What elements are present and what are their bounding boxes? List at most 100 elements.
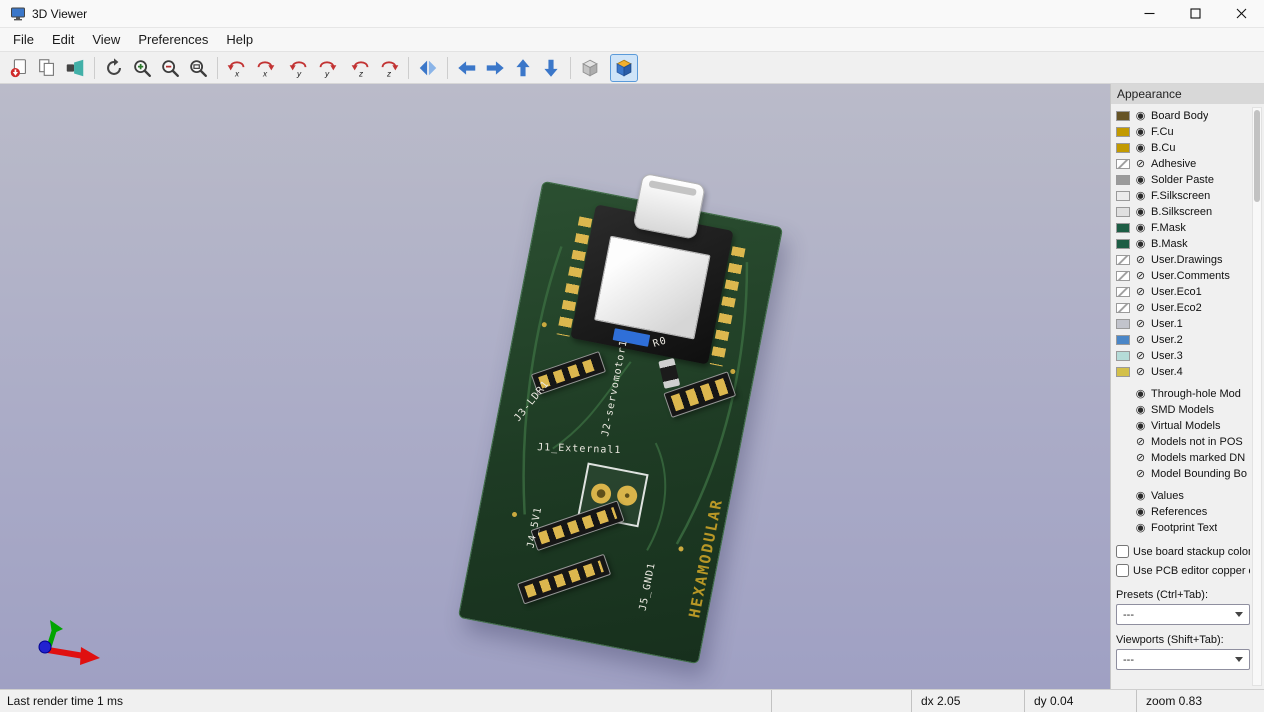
flip-board-button[interactable]	[414, 54, 442, 82]
visibility-eye-icon[interactable]: ⊘	[1134, 436, 1147, 449]
layer-color-swatch[interactable]	[1116, 175, 1130, 185]
layer-color-swatch[interactable]	[1116, 239, 1130, 249]
stackup-colors-checkbox[interactable]	[1116, 545, 1129, 558]
visibility-eye-icon[interactable]: ⊘	[1134, 302, 1147, 315]
visibility-eye-icon[interactable]: ⊘	[1134, 468, 1147, 481]
move-down-button[interactable]	[537, 54, 565, 82]
move-left-button[interactable]	[453, 54, 481, 82]
presets-select[interactable]: ---	[1116, 604, 1250, 625]
layer-row[interactable]: ◉ B.Mask	[1116, 236, 1250, 252]
rotate-y-ccw-button[interactable]: y	[285, 54, 313, 82]
layer-row[interactable]: ◉ Solder Paste	[1116, 172, 1250, 188]
layer-color-swatch[interactable]	[1116, 271, 1130, 281]
layer-row[interactable]: ⊘ User.Eco2	[1116, 300, 1250, 316]
layer-color-swatch[interactable]	[1116, 335, 1130, 345]
visibility-eye-icon[interactable]: ⊘	[1134, 334, 1147, 347]
layer-color-swatch[interactable]	[1116, 207, 1130, 217]
visibility-eye-icon[interactable]: ◉	[1134, 404, 1147, 417]
layer-row[interactable]: ◉ Board Body	[1116, 108, 1250, 124]
export-image-button[interactable]	[5, 54, 33, 82]
visibility-eye-icon[interactable]: ⊘	[1134, 254, 1147, 267]
layer-row[interactable]: ⊘ User.Drawings	[1116, 252, 1250, 268]
rotate-x-cw-button[interactable]: x	[251, 54, 279, 82]
layer-color-swatch[interactable]	[1116, 111, 1130, 121]
zoom-out-button[interactable]	[156, 54, 184, 82]
layer-row[interactable]: ⊘ User.1	[1116, 316, 1250, 332]
close-button[interactable]	[1218, 0, 1264, 27]
text-layer-row[interactable]: ◉ Footprint Text	[1116, 520, 1250, 536]
rotate-z-ccw-button[interactable]: z	[347, 54, 375, 82]
copy-button[interactable]	[33, 54, 61, 82]
visibility-eye-icon[interactable]: ⊘	[1134, 452, 1147, 465]
model-row[interactable]: ◉ Virtual Models	[1116, 418, 1250, 434]
raytracing-render-button[interactable]	[61, 54, 89, 82]
layer-row[interactable]: ⊘ User.4	[1116, 364, 1250, 380]
layer-row[interactable]: ◉ F.Mask	[1116, 220, 1250, 236]
visibility-eye-icon[interactable]: ⊘	[1134, 270, 1147, 283]
move-up-button[interactable]	[509, 54, 537, 82]
visibility-eye-icon[interactable]: ◉	[1134, 190, 1147, 203]
layer-color-swatch[interactable]	[1116, 287, 1130, 297]
layer-row[interactable]: ◉ F.Cu	[1116, 124, 1250, 140]
menu-preferences[interactable]: Preferences	[129, 29, 217, 50]
layer-color-swatch[interactable]	[1116, 367, 1130, 377]
visibility-eye-icon[interactable]: ◉	[1134, 490, 1147, 503]
copper-colors-checkbox[interactable]	[1116, 564, 1129, 577]
text-layer-row[interactable]: ◉ References	[1116, 504, 1250, 520]
viewports-select[interactable]: ---	[1116, 649, 1250, 670]
viewport-3d[interactable]: R0 J3-LDR1 J2-servomotor1 J1_External1 J…	[0, 84, 1110, 689]
visibility-eye-icon[interactable]: ◉	[1134, 506, 1147, 519]
layer-color-swatch[interactable]	[1116, 127, 1130, 137]
layer-row[interactable]: ⊘ User.Comments	[1116, 268, 1250, 284]
layer-row[interactable]: ◉ F.Silkscreen	[1116, 188, 1250, 204]
perspective-projection-button[interactable]	[610, 53, 638, 82]
model-row[interactable]: ◉ Through-hole Mod	[1116, 386, 1250, 402]
menu-help[interactable]: Help	[217, 29, 262, 50]
layer-color-swatch[interactable]	[1116, 255, 1130, 265]
visibility-eye-icon[interactable]: ⊘	[1134, 366, 1147, 379]
visibility-eye-icon[interactable]: ◉	[1134, 388, 1147, 401]
zoom-in-button[interactable]	[128, 54, 156, 82]
layer-row[interactable]: ⊘ User.3	[1116, 348, 1250, 364]
model-row[interactable]: ⊘ Models not in POS	[1116, 434, 1250, 450]
visibility-eye-icon[interactable]: ⊘	[1134, 350, 1147, 363]
layer-color-swatch[interactable]	[1116, 319, 1130, 329]
move-right-button[interactable]	[481, 54, 509, 82]
visibility-eye-icon[interactable]: ◉	[1134, 110, 1147, 123]
reload-board-button[interactable]	[100, 54, 128, 82]
layer-color-swatch[interactable]	[1116, 223, 1130, 233]
layer-row[interactable]: ◉ B.Cu	[1116, 140, 1250, 156]
orthographic-projection-button[interactable]	[576, 54, 604, 82]
visibility-eye-icon[interactable]: ⊘	[1134, 286, 1147, 299]
visibility-eye-icon[interactable]: ◉	[1134, 174, 1147, 187]
layer-color-swatch[interactable]	[1116, 143, 1130, 153]
layer-row[interactable]: ◉ B.Silkscreen	[1116, 204, 1250, 220]
model-row[interactable]: ◉ SMD Models	[1116, 402, 1250, 418]
maximize-button[interactable]	[1172, 0, 1218, 27]
visibility-eye-icon[interactable]: ◉	[1134, 206, 1147, 219]
zoom-fit-button[interactable]	[184, 54, 212, 82]
text-layer-row[interactable]: ◉ Values	[1116, 488, 1250, 504]
layer-row[interactable]: ⊘ Adhesive	[1116, 156, 1250, 172]
layer-row[interactable]: ⊘ User.2	[1116, 332, 1250, 348]
menu-view[interactable]: View	[83, 29, 129, 50]
rotate-x-ccw-button[interactable]: x	[223, 54, 251, 82]
visibility-eye-icon[interactable]: ⊘	[1134, 318, 1147, 331]
visibility-eye-icon[interactable]: ◉	[1134, 522, 1147, 535]
scrollbar-thumb[interactable]	[1254, 110, 1260, 202]
model-row[interactable]: ⊘ Model Bounding Bo	[1116, 466, 1250, 482]
layer-row[interactable]: ⊘ User.Eco1	[1116, 284, 1250, 300]
model-row[interactable]: ⊘ Models marked DN	[1116, 450, 1250, 466]
visibility-eye-icon[interactable]: ◉	[1134, 222, 1147, 235]
layer-color-swatch[interactable]	[1116, 351, 1130, 361]
layer-color-swatch[interactable]	[1116, 159, 1130, 169]
panel-scrollbar[interactable]	[1252, 107, 1262, 686]
layer-color-swatch[interactable]	[1116, 303, 1130, 313]
rotate-z-cw-button[interactable]: z	[375, 54, 403, 82]
layer-color-swatch[interactable]	[1116, 191, 1130, 201]
visibility-eye-icon[interactable]: ◉	[1134, 142, 1147, 155]
visibility-eye-icon[interactable]: ◉	[1134, 238, 1147, 251]
menu-edit[interactable]: Edit	[43, 29, 83, 50]
rotate-y-cw-button[interactable]: y	[313, 54, 341, 82]
visibility-eye-icon[interactable]: ◉	[1134, 420, 1147, 433]
